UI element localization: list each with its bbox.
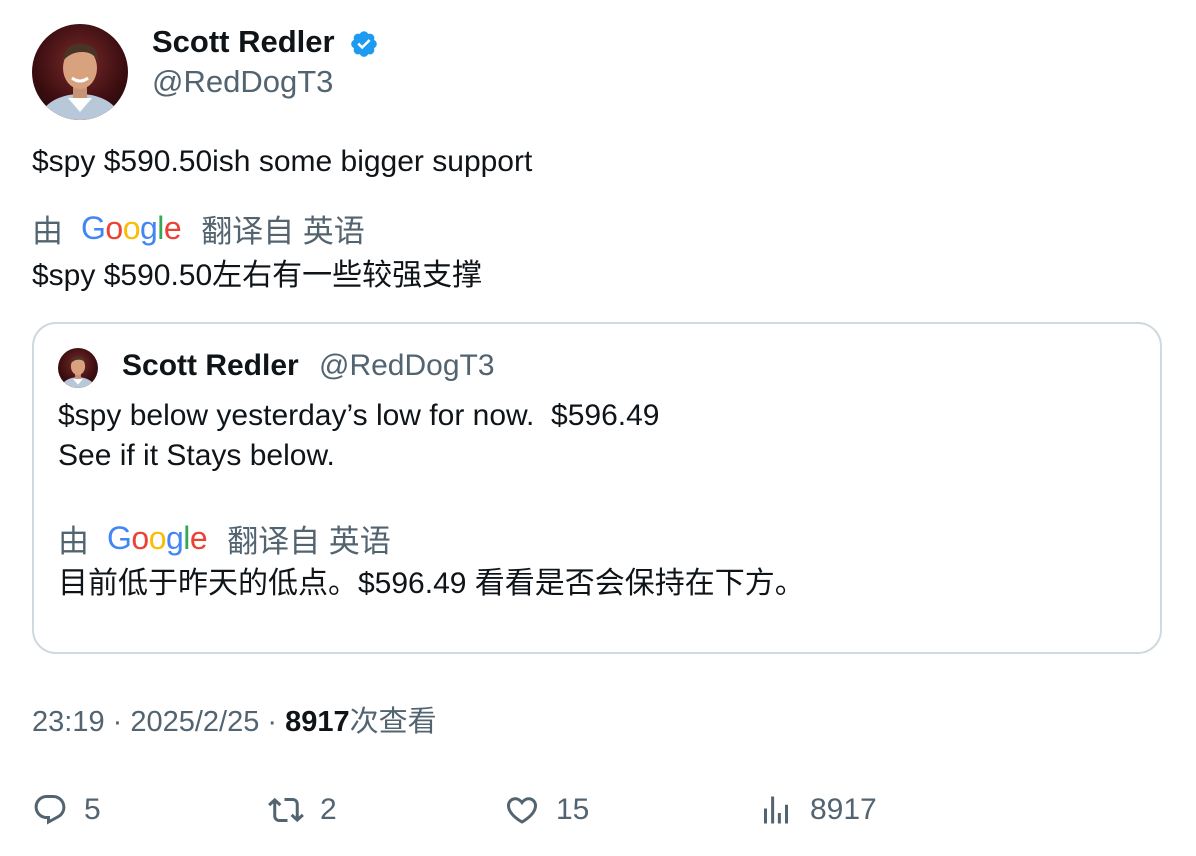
tweet-meta: 23:19 · 2025/2/25 · 8917次查看 — [32, 702, 437, 742]
tweet-text: $spy $590.50ish some bigger support — [32, 145, 533, 178]
views-count: 8917 — [285, 706, 350, 738]
verified-badge-icon — [351, 31, 377, 57]
tweet-time[interactable]: 23:19 — [32, 706, 105, 738]
reply-icon — [34, 795, 66, 825]
quoted-author-handle: @RedDogT3 — [319, 349, 495, 382]
retweet-button[interactable]: 2 — [268, 788, 337, 832]
avatar[interactable] — [32, 24, 128, 120]
quoted-tweet-card[interactable]: Scott Redler @RedDogT3 $spy below yester… — [32, 322, 1162, 654]
reply-count: 5 — [84, 793, 101, 826]
quoted-translate-by-label: 由 — [58, 523, 89, 559]
quoted-tweet-text: $spy below yesterday’s low for now. $596… — [58, 399, 660, 472]
author-name[interactable]: Scott Redler — [152, 22, 335, 62]
retweet-count: 2 — [320, 793, 337, 826]
google-logo: Google — [107, 519, 208, 556]
quoted-author-name: Scott Redler — [122, 349, 299, 382]
views-button[interactable]: 8917 — [758, 788, 877, 832]
translation-attribution: 由 Google 翻译自 英语 — [32, 207, 365, 249]
avatar-image — [40, 43, 120, 120]
translate-by-label: 由 — [32, 213, 63, 249]
quoted-translate-from-label: 翻译自 英语 — [227, 523, 391, 559]
action-bar: 5 2 15 8917 — [32, 788, 1162, 832]
tweet-date[interactable]: 2025/2/25 — [130, 706, 259, 738]
like-count: 15 — [556, 793, 590, 826]
quoted-avatar-image — [61, 356, 95, 388]
google-logo: Google — [81, 209, 182, 246]
like-button[interactable]: 15 — [504, 788, 589, 832]
meta-separator: · — [259, 706, 286, 738]
views-action-count: 8917 — [810, 793, 877, 826]
quoted-translated-text: 目前低于昨天的低点。$596.49 看看是否会保持在下方。 — [58, 567, 805, 600]
tweet-detail: Scott Redler @RedDogT3 $spy $590.50ish s… — [0, 0, 1196, 856]
analytics-icon — [764, 796, 788, 824]
quoted-translation-attribution: 由 Google 翻译自 英语 — [58, 517, 391, 559]
translate-from-label: 翻译自 英语 — [201, 213, 365, 249]
views-label: 次查看 — [349, 706, 437, 738]
translated-tweet-text: $spy $590.50左右有一些较强支撑 — [32, 259, 483, 292]
meta-separator: · — [104, 706, 131, 738]
heart-icon — [506, 797, 538, 824]
quoted-avatar — [58, 348, 98, 388]
retweet-icon — [268, 797, 304, 823]
reply-button[interactable]: 5 — [32, 788, 101, 832]
author-handle[interactable]: @RedDogT3 — [152, 62, 333, 102]
